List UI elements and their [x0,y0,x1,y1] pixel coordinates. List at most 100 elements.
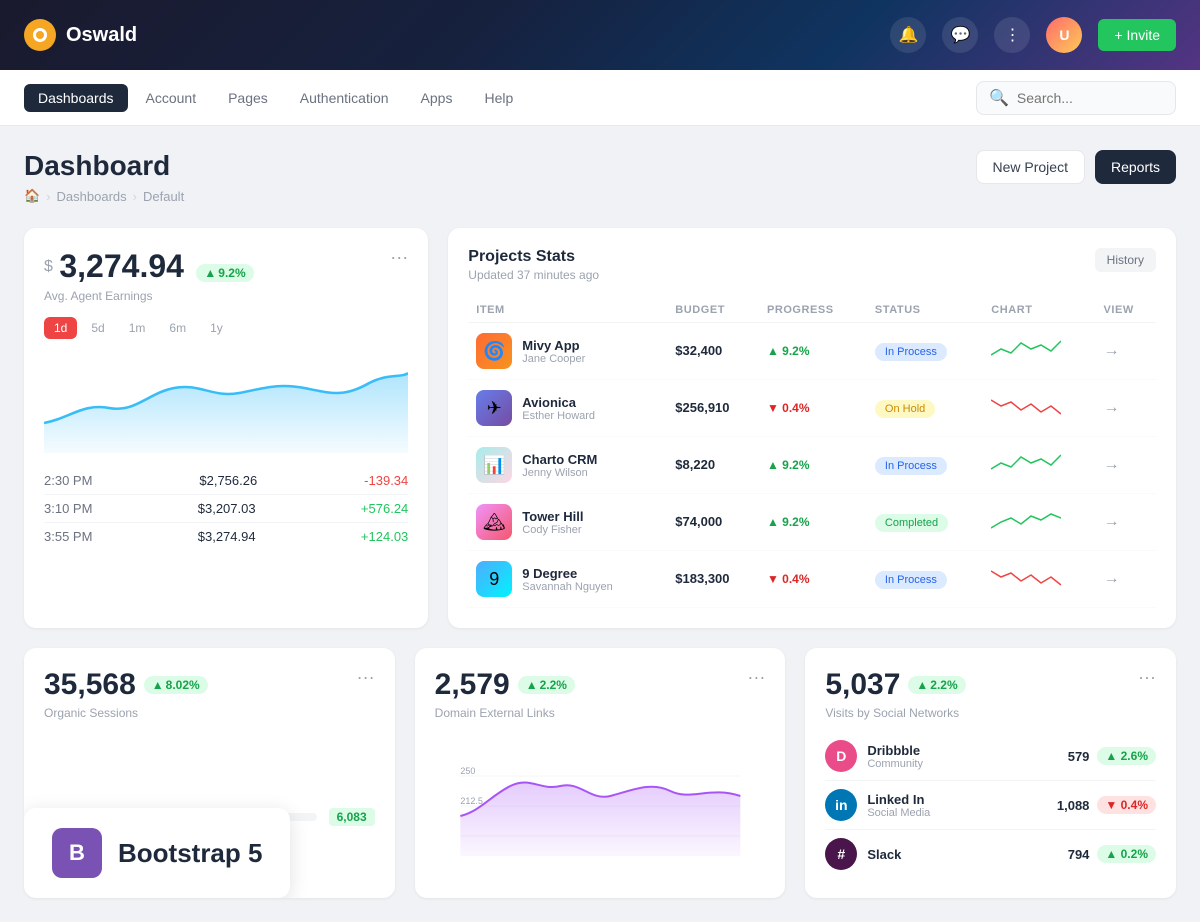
links-more-btn[interactable]: ··· [747,668,765,686]
project-person: Cody Fisher [522,524,583,536]
time-btn-5d[interactable]: 5d [81,317,114,339]
project-item: 🌀 Mivy App Jane Cooper [476,333,659,369]
time-btn-1d[interactable]: 1d [44,317,77,339]
nav-item-pages[interactable]: Pages [214,84,282,112]
bootstrap-logo: B [52,828,102,878]
row-amount: $3,274.94 [198,529,256,544]
project-icon: 📊 [476,447,512,483]
project-name: Tower Hill [522,509,583,524]
svg-text:250: 250 [460,766,475,776]
sessions-badge: ▲ 8.02% [144,676,208,694]
earnings-amount: 3,274.94 [59,248,184,284]
social-row: D Dribbble Community 579 ▲ 2.6% [825,732,1156,781]
social-name: Slack [867,847,901,862]
breadcrumb-sep1: › [46,189,50,204]
budget-val: $256,910 [675,400,729,415]
social-left: D Dribbble Community [825,740,923,772]
view-button[interactable]: → [1104,342,1120,360]
links-label: Domain External Links [435,706,575,720]
row-change: -139.34 [364,473,408,488]
reports-button[interactable]: Reports [1095,150,1176,184]
projects-card: Projects Stats Updated 37 minutes ago Hi… [448,228,1176,628]
breadcrumb: 🏠 › Dashboards › Default [24,188,184,204]
nav-item-authentication[interactable]: Authentication [286,84,403,112]
view-button[interactable]: → [1104,513,1120,531]
status-badge: Completed [875,514,948,532]
progress-val: ▲ 9.2% [767,344,810,358]
nav-item-help[interactable]: Help [470,84,527,112]
sessions-more-btn[interactable]: ··· [357,668,375,686]
breadcrumb-dashboards[interactable]: Dashboards [57,189,127,204]
project-name: Mivy App [522,338,585,353]
progress-val: ▲ 9.2% [767,458,810,472]
progress-val: ▼ 0.4% [767,572,810,586]
share-icon[interactable]: ⋮ [994,17,1030,53]
view-button[interactable]: → [1104,456,1120,474]
sessions-amount: 35,568 [44,668,136,702]
social-badge: ▲ 2.2% [908,676,965,694]
main-content: Dashboard 🏠 › Dashboards › Default New P… [0,126,1200,922]
row-time: 2:30 PM [44,473,92,488]
search-bar[interactable]: 🔍 [976,81,1176,115]
social-amount: 5,037 [825,668,900,702]
avatar[interactable]: U [1046,17,1082,53]
col-chart: CHART [983,298,1095,323]
view-button[interactable]: → [1104,399,1120,417]
time-btn-1m[interactable]: 1m [119,317,156,339]
view-button[interactable]: → [1104,570,1120,588]
project-icon: ✈ [476,390,512,426]
dribbble-icon: D [825,740,857,772]
row-change: +124.03 [361,529,408,544]
nav-icons: 🔔 💬 ⋮ U + Invite [890,17,1176,53]
project-item: 9 9 Degree Savannah Nguyen [476,561,659,597]
nav-item-apps[interactable]: Apps [407,84,467,112]
data-row: 2:30 PM $2,756.26 -139.34 [44,467,408,495]
time-btn-1y[interactable]: 1y [200,317,233,339]
project-item: ✈ Avionica Esther Howard [476,390,659,426]
secondary-nav: Dashboards Account Pages Authentication … [0,70,1200,126]
social-row: # Slack 794 ▲ 0.2% [825,830,1156,878]
bootstrap-text: Bootstrap 5 [118,838,262,869]
data-row: 3:10 PM $3,207.03 +576.24 [44,495,408,523]
table-row: ✈ Avionica Esther Howard $256,910 ▼ 0.4%… [468,380,1156,437]
projects-title-area: Projects Stats Updated 37 minutes ago [468,248,599,282]
social-change: ▼ 0.4% [1097,796,1156,814]
messages-icon[interactable]: 💬 [942,17,978,53]
more-button[interactable]: ··· [390,248,408,266]
col-view: VIEW [1096,298,1156,323]
search-input[interactable] [1017,90,1163,106]
page-title-area: Dashboard 🏠 › Dashboards › Default [24,150,184,204]
nav-item-dashboards[interactable]: Dashboards [24,84,128,112]
social-category: Social Media [867,807,930,819]
logo-icon [24,19,56,51]
notifications-icon[interactable]: 🔔 [890,17,926,53]
project-item: 📊 Charto CRM Jenny Wilson [476,447,659,483]
col-budget: BUDGET [667,298,759,323]
social-more-btn[interactable]: ··· [1138,668,1156,686]
table-row: 📊 Charto CRM Jenny Wilson $8,220 ▲ 9.2% … [468,437,1156,494]
bottom-grid: B Bootstrap 5 35,568 ▲ 8.02% Organic Ses… [24,648,1176,898]
page-header: Dashboard 🏠 › Dashboards › Default New P… [24,150,1176,204]
earnings-chart [44,353,408,453]
history-button[interactable]: History [1095,248,1156,272]
project-person: Jenny Wilson [522,467,597,479]
earnings-currency: $ [44,258,53,275]
col-progress: PROGRESS [759,298,867,323]
earnings-amount-wrap: $ 3,274.94 ▲ 9.2% [44,248,254,285]
status-badge: On Hold [875,400,935,418]
time-filters: 1d 5d 1m 6m 1y [44,317,408,339]
projects-header: Projects Stats Updated 37 minutes ago Hi… [468,248,1156,282]
sessions-label: Organic Sessions [44,706,208,720]
mini-chart [991,335,1061,363]
invite-button[interactable]: + Invite [1098,19,1176,51]
new-project-button[interactable]: New Project [976,150,1085,184]
nav-item-account[interactable]: Account [132,84,211,112]
breadcrumb-default: Default [143,189,184,204]
time-btn-6m[interactable]: 6m [159,317,196,339]
search-icon: 🔍 [989,88,1009,108]
project-icon: 🏔 [476,504,512,540]
social-name: Dribbble [867,743,923,758]
breadcrumb-sep2: › [133,189,137,204]
status-badge: In Process [875,343,947,361]
slack-icon: # [825,838,857,870]
